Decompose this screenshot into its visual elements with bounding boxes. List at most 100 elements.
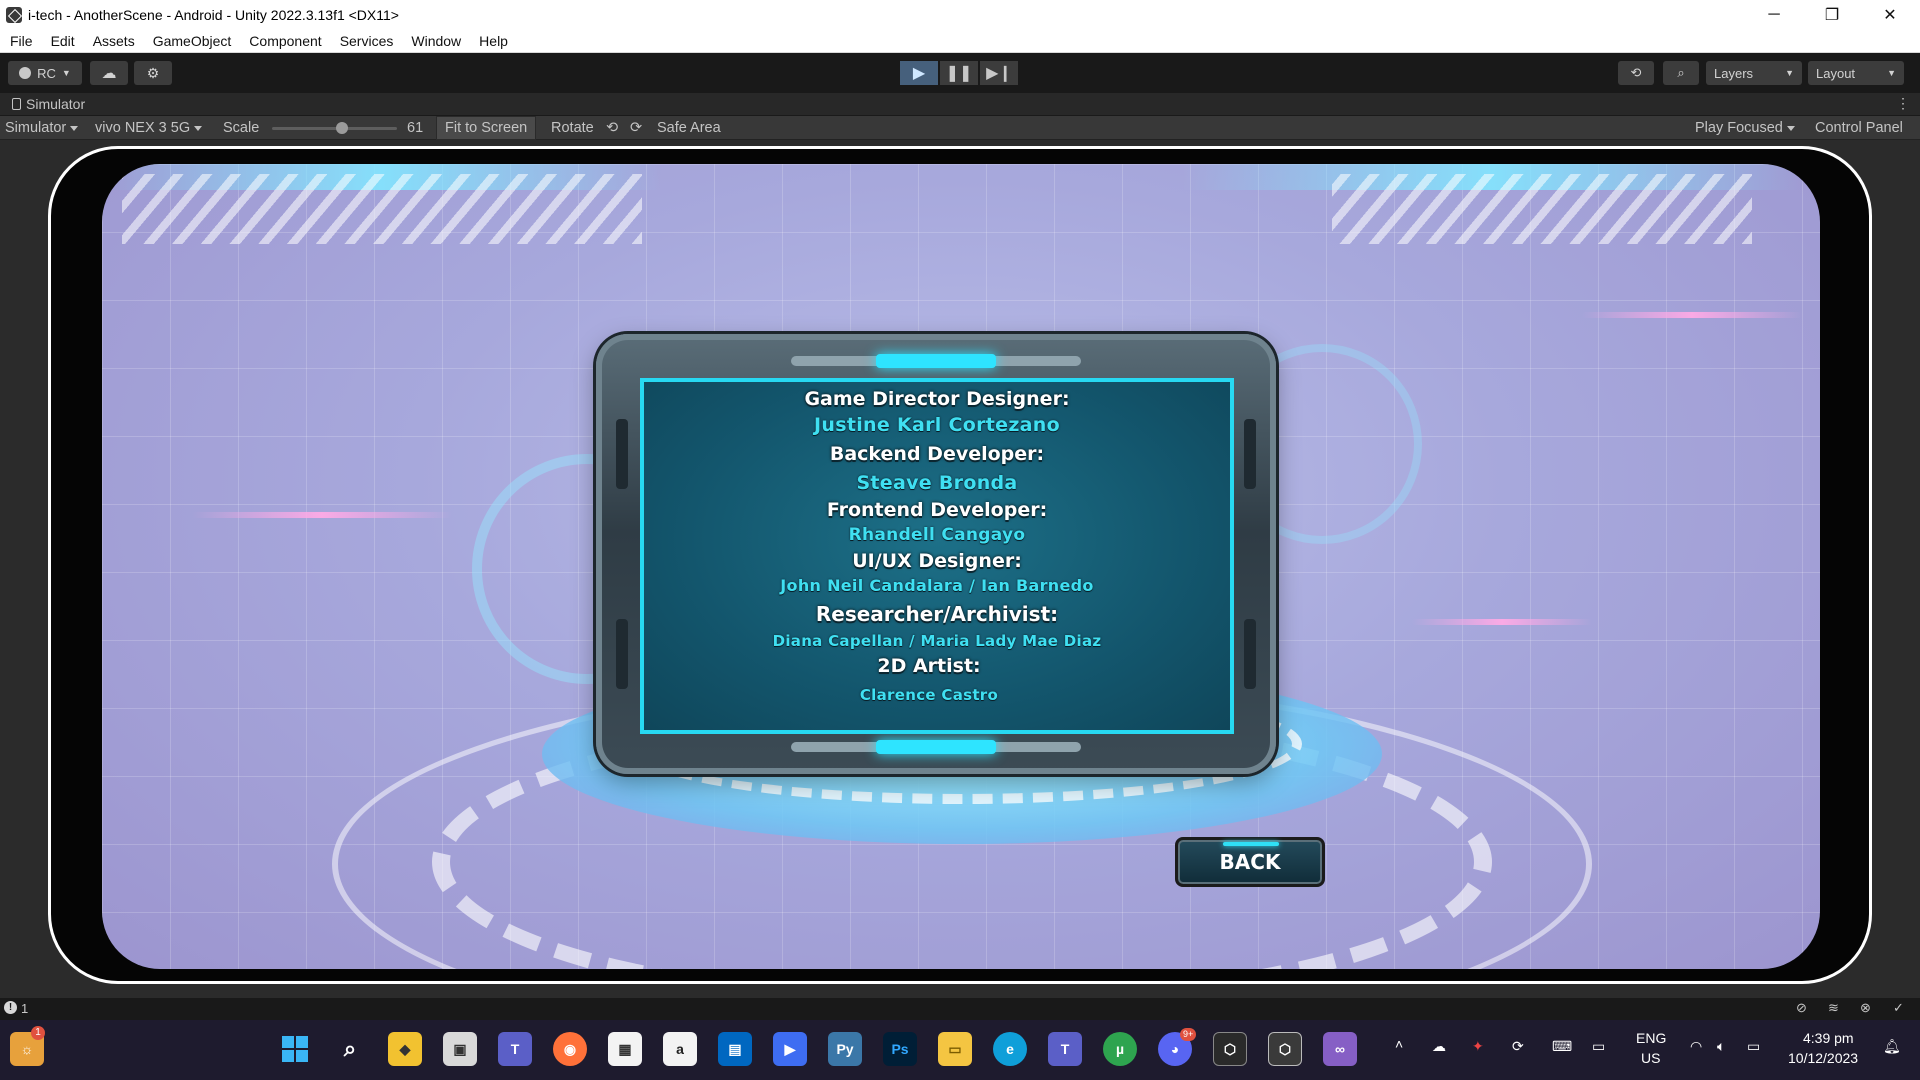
language-code[interactable]: ENG <box>1636 1030 1666 1046</box>
edge-icon[interactable]: e <box>993 1032 1027 1066</box>
play-focused-dropdown[interactable]: Play Focused <box>1695 116 1795 140</box>
power-automate-icon[interactable]: ▶ <box>773 1032 807 1066</box>
cloud-button[interactable]: ☁ <box>90 61 128 85</box>
frame-side-notch <box>616 419 628 489</box>
credit-role: Frontend Developer: <box>826 499 1048 521</box>
safe-area-toggle[interactable]: Safe Area <box>657 116 721 140</box>
visual-studio-icon[interactable]: ∞ <box>1323 1032 1357 1066</box>
progress-icon[interactable]: ≋ <box>1828 1000 1839 1016</box>
layout-dropdown[interactable]: Layout ▼ <box>1808 61 1904 85</box>
debug-off-icon[interactable]: ⊘ <box>1796 1000 1807 1016</box>
menu-edit[interactable]: Edit <box>41 33 83 49</box>
main-toolbar: RC ▼ ☁ ⚙ ▶ ❚❚ ▶❙ ⟲ ⌕ Layers ▼ Layout ▼ <box>0 53 1920 93</box>
simulator-toolbar: Simulator vivo NEX 3 5G Scale 61 Fit to … <box>0 116 1920 140</box>
region-code[interactable]: US <box>1641 1050 1660 1066</box>
menu-bar: File Edit Assets GameObject Component Se… <box>0 29 1920 53</box>
layout-label: Layout <box>1816 65 1856 81</box>
simulator-tab-label: Simulator <box>26 96 86 112</box>
notifications-bell-icon[interactable]: 🔔︎ <box>1883 1038 1901 1055</box>
console-count: 1 <box>21 1001 29 1016</box>
copilot-icon[interactable]: ◆ <box>388 1032 422 1066</box>
chevron-up-icon[interactable]: ˄ <box>1395 1036 1403 1052</box>
light-streak <box>1582 312 1802 318</box>
battery-icon[interactable]: ▭ <box>1747 1038 1760 1055</box>
stripe-decoration <box>122 174 642 244</box>
credit-name: Justine Karl Cortezano <box>814 414 1060 436</box>
history-button[interactable]: ⟲ <box>1618 61 1654 85</box>
menu-window[interactable]: Window <box>401 33 469 49</box>
app-tray-icon[interactable]: ✦ <box>1472 1038 1484 1055</box>
search-icon[interactable]: ⌕ <box>333 1032 367 1066</box>
light-streak <box>1412 619 1592 625</box>
minimize-button[interactable]: ─ <box>1745 0 1803 29</box>
amazon-icon[interactable]: a <box>663 1032 697 1066</box>
scale-label: Scale <box>223 120 260 136</box>
teams-icon[interactable]: T <box>498 1032 532 1066</box>
teams-work-icon[interactable]: T <box>1048 1032 1082 1066</box>
scale-value: 61 <box>407 120 424 136</box>
unity-hub-icon[interactable]: ⬡ <box>1213 1032 1247 1066</box>
back-button[interactable]: BACK <box>1175 837 1325 887</box>
tablet-mode-icon[interactable]: ▭ <box>1592 1038 1605 1055</box>
menu-help[interactable]: Help <box>469 33 516 49</box>
restore-button[interactable]: ❐ <box>1803 0 1861 29</box>
step-button[interactable]: ▶❙ <box>980 61 1018 85</box>
device-frame: Game Director Designer: Justine Karl Cor… <box>48 146 1872 984</box>
sync-icon[interactable]: ⟳ <box>1512 1038 1524 1055</box>
volume-icon[interactable]: 🔈︎ <box>1717 1038 1725 1055</box>
keyboard-icon[interactable]: ⌨ <box>1552 1038 1572 1055</box>
pause-button[interactable]: ❚❚ <box>940 61 978 85</box>
device-dropdown[interactable]: vivo NEX 3 5G <box>95 116 202 140</box>
check-icon[interactable]: ✓ <box>1893 1000 1904 1016</box>
search-button[interactable]: ⌕ <box>1663 61 1699 85</box>
rotate-right-icon[interactable]: ⟳ <box>630 116 642 140</box>
store-icon[interactable]: ▦ <box>608 1032 642 1066</box>
more-options-icon[interactable]: ⋮ <box>1896 95 1910 112</box>
credit-role: Game Director Designer: <box>804 388 1070 410</box>
menu-services[interactable]: Services <box>330 33 402 49</box>
close-button[interactable]: ✕ <box>1861 0 1919 29</box>
menu-component[interactable]: Component <box>239 33 329 49</box>
console-warning-icon[interactable]: ! <box>4 1001 17 1014</box>
unity-editor-icon[interactable]: ⬡ <box>1268 1032 1302 1066</box>
python-icon[interactable]: Py <box>828 1032 862 1066</box>
play-icon: ▶ <box>912 65 926 82</box>
start-icon[interactable] <box>278 1032 312 1066</box>
chevron-down-icon: ▼ <box>1887 68 1896 78</box>
scale-slider-thumb[interactable] <box>336 121 348 134</box>
utorrent-icon[interactable]: µ <box>1103 1032 1137 1066</box>
clock-date[interactable]: 10/12/2023 <box>1788 1050 1858 1066</box>
credit-name: John Neil Candalara / Ian Barnedo <box>780 576 1094 595</box>
fit-to-screen-button[interactable]: Fit to Screen <box>436 116 537 140</box>
menu-file[interactable]: File <box>0 33 41 49</box>
credit-name: Clarence Castro <box>859 686 999 704</box>
news-icon[interactable]: ▤ <box>718 1032 752 1066</box>
layers-dropdown[interactable]: Layers ▼ <box>1706 61 1802 85</box>
account-dropdown[interactable]: RC ▼ <box>8 61 82 85</box>
clock-time[interactable]: 4:39 pm <box>1803 1030 1854 1046</box>
menu-assets[interactable]: Assets <box>83 33 143 49</box>
unity-logo-icon <box>6 6 22 23</box>
simulator-tab[interactable]: Simulator <box>12 96 85 112</box>
phone-icon <box>12 98 21 110</box>
search-icon: ⌕ <box>1677 65 1685 80</box>
file-explorer-icon[interactable]: ▭ <box>938 1032 972 1066</box>
simulator-mode-dropdown[interactable]: Simulator <box>5 116 78 140</box>
firefox-icon[interactable]: ◉ <box>553 1032 587 1066</box>
menu-gameobject[interactable]: GameObject <box>143 33 240 49</box>
wifi-icon[interactable]: ◠ <box>1690 1038 1702 1055</box>
photoshop-icon[interactable]: Ps <box>883 1032 917 1066</box>
notification-badge: 1 <box>31 1026 45 1040</box>
rotate-left-icon[interactable]: ⟲ <box>606 116 618 140</box>
layers-label: Layers <box>1714 65 1754 81</box>
playmode-controls: ▶ ❚❚ ▶❙ <box>900 61 1018 85</box>
onedrive-icon[interactable]: ☁ <box>1432 1038 1446 1055</box>
credit-role: 2D Artist: <box>877 655 981 677</box>
discord-badge: 9+ <box>1180 1028 1197 1041</box>
control-panel-button[interactable]: Control Panel <box>1815 116 1903 140</box>
task-view-icon[interactable]: ▣ <box>443 1032 477 1066</box>
play-button[interactable]: ▶ <box>900 61 938 85</box>
network-off-icon[interactable]: ⊗ <box>1860 1000 1871 1016</box>
scale-slider[interactable] <box>272 116 397 140</box>
collab-button[interactable]: ⚙ <box>134 61 172 85</box>
